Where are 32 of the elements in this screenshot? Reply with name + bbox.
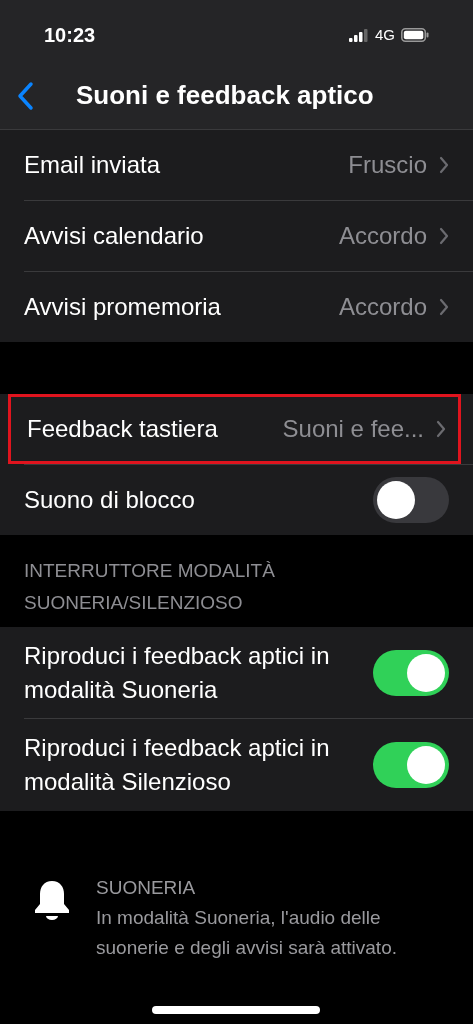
back-icon: [16, 80, 34, 111]
row-value: Accordo: [338, 292, 427, 322]
toggle-switch[interactable]: [373, 649, 449, 696]
settings-row[interactable]: Email inviata Fruscio: [8, 130, 461, 200]
info-text: In modalità Suoneria, l'audio delle suonerie e degli avvisi sarà attivato.: [96, 906, 398, 960]
chevron-icon: [436, 420, 446, 438]
network-label: 4G: [375, 24, 395, 45]
row-label: Riproduci i feedback aptici in modalità Suoneria: [24, 640, 331, 705]
page-title: Suoni e feedback aptico: [76, 79, 374, 112]
section-header: INTERRUTTORE MODALITÀ SUONERIA/SILENZIOSO: [23, 559, 276, 615]
row-label: Suono di blocco: [24, 485, 196, 515]
toggle-switch[interactable]: [373, 742, 449, 788]
battery-icon: [401, 28, 429, 42]
settings-row[interactable]: Avvisi promemoria Accordo: [8, 272, 461, 342]
row-label: Avvisi calendario: [24, 221, 204, 251]
settings-row[interactable]: Feedback tastiera Suoni e fee...: [8, 394, 461, 464]
row-value: Suoni e fee...: [282, 414, 424, 444]
bell-icon: [32, 879, 72, 923]
chevron-icon: [439, 227, 449, 245]
toggle-switch[interactable]: [373, 477, 449, 523]
info-title: SUONERIA: [96, 876, 197, 900]
settings-row[interactable]: Avvisi calendario Accordo: [8, 201, 461, 271]
row-value: Fruscio: [348, 150, 427, 180]
row-value: Accordo: [338, 221, 427, 251]
chevron-icon: [439, 156, 449, 174]
status-time: 10:23: [44, 23, 96, 48]
row-label: Riproduci i feedback aptici in modalità Silenzioso: [24, 733, 331, 797]
row-label: Avvisi promemoria: [24, 292, 221, 322]
chevron-icon: [439, 298, 449, 316]
signal-icon: [349, 28, 369, 42]
row-label: Feedback tastiera: [27, 414, 218, 444]
row-label: Email inviata: [24, 150, 161, 180]
